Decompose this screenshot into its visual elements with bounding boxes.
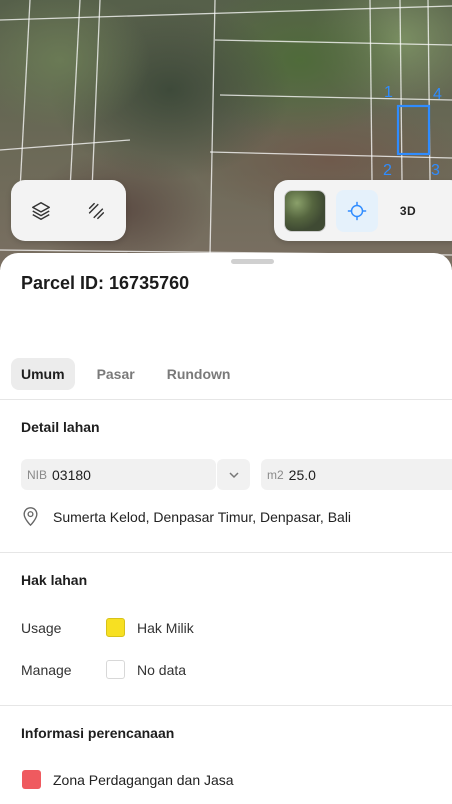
nib-prefix: NIB bbox=[27, 467, 48, 482]
manage-color-swatch bbox=[106, 660, 125, 679]
area-field[interactable]: m2 25.0 bbox=[261, 459, 452, 490]
address-text: Sumerta Kelod, Denpasar Timur, Denpasar,… bbox=[53, 508, 352, 525]
parcel-bottom-sheet: Parcel ID: 16735760 Umum Pasar Rundown D… bbox=[0, 253, 452, 804]
divider bbox=[0, 399, 452, 400]
route-button[interactable] bbox=[84, 193, 109, 229]
usage-value: Hak Milik bbox=[137, 620, 194, 636]
location-pin-icon bbox=[23, 507, 38, 527]
parcel-corner-label-1: 1 bbox=[384, 84, 393, 101]
map-tools-right: 3D bbox=[274, 180, 452, 241]
route-icon bbox=[88, 202, 104, 219]
layers-icon bbox=[32, 201, 51, 220]
section-title-detail-lahan: Detail lahan bbox=[21, 419, 100, 435]
parcel-title: Parcel ID: 16735760 bbox=[21, 273, 190, 293]
nib-dropdown-button[interactable] bbox=[217, 459, 250, 490]
sheet-drag-handle[interactable] bbox=[231, 259, 274, 264]
locate-button[interactable] bbox=[336, 189, 378, 232]
usage-label: Usage bbox=[21, 620, 62, 636]
zone-label: Zona Perdagangan dan Jasa bbox=[53, 772, 234, 788]
tab-bar: Umum Pasar Rundown bbox=[11, 358, 248, 390]
area-unit-prefix: m2 bbox=[267, 467, 284, 482]
parcel-corner-label-2: 2 bbox=[383, 162, 392, 179]
satellite-view-button[interactable] bbox=[284, 189, 326, 232]
divider bbox=[0, 552, 452, 553]
zone-color-swatch bbox=[22, 770, 41, 789]
nib-field[interactable]: NIB 03180 bbox=[21, 459, 216, 490]
crosshair-icon bbox=[347, 201, 367, 220]
map-tools-left bbox=[11, 180, 126, 241]
manage-label: Manage bbox=[21, 662, 72, 678]
area-value: 25.0 bbox=[288, 466, 316, 483]
parcel-corner-label-4: 4 bbox=[433, 86, 442, 103]
parcel-corner-label-3: 3 bbox=[431, 162, 440, 179]
tab-umum[interactable]: Umum bbox=[11, 358, 75, 390]
address-row: Sumerta Kelod, Denpasar Timur, Denpasar,… bbox=[21, 506, 351, 527]
usage-color-swatch bbox=[106, 618, 125, 637]
section-title-informasi-perencanaan: Informasi perencanaan bbox=[21, 725, 175, 741]
chevron-down-icon bbox=[228, 471, 239, 478]
3d-toggle-button[interactable]: 3D bbox=[388, 204, 428, 218]
divider bbox=[0, 705, 452, 706]
map-view[interactable]: 1 4 2 3 3D bbox=[0, 0, 452, 270]
section-title-hak-lahan: Hak lahan bbox=[21, 572, 88, 588]
tab-pasar[interactable]: Pasar bbox=[87, 358, 145, 390]
manage-value: No data bbox=[137, 662, 187, 678]
selected-parcel-outline bbox=[396, 104, 431, 156]
tab-rundown[interactable]: Rundown bbox=[157, 358, 241, 390]
layers-button[interactable] bbox=[29, 193, 54, 229]
nib-value: 03180 bbox=[52, 466, 91, 483]
